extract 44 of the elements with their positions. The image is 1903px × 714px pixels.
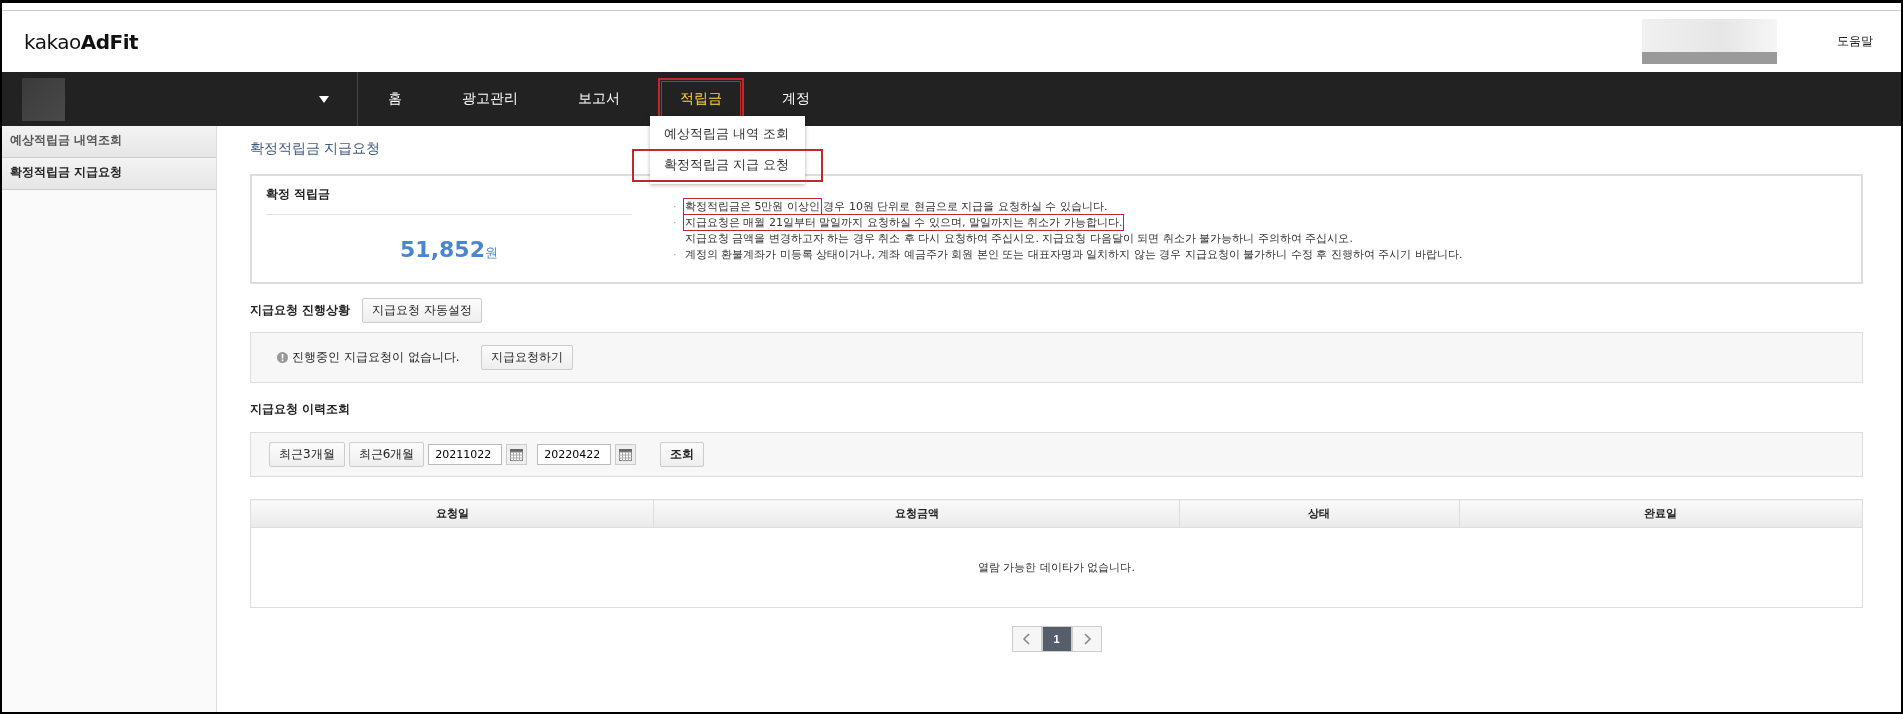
sidebar-item[interactable]: 확정적립금 지급요청 xyxy=(2,158,216,190)
empty-message: 열람 가능한 데이타가 없습니다. xyxy=(250,527,1863,608)
date-field[interactable]: 20220422 xyxy=(537,444,612,465)
notice-text: 계정의 환불계좌가 미등록 상태이거나, 계좌 예금주가 회원 본인 또는 대표자명과 일치하지 않는 경우 지급요청이 불가하니 수정 후 진행하여 주시기 바랍니다. xyxy=(685,248,1463,262)
caret-icon[interactable] xyxy=(319,95,329,103)
bullet-mark: · xyxy=(673,200,678,214)
column-header: 완료일 xyxy=(1459,499,1863,528)
notice-text: 지급요청은 매월 21일부터 말일까지 요청하실 수 있으며, 말일까지는 취소가 가능합니다. xyxy=(685,216,1123,230)
section-heading: 지급요청 진행상황 xyxy=(250,302,351,319)
section-heading: 지급요청 이력조회 xyxy=(250,401,351,418)
nav-tab[interactable]: 광고관리 xyxy=(440,78,540,120)
logo[interactable]: kakaoAdFit xyxy=(24,29,139,54)
nav-tab[interactable]: 적립금 xyxy=(658,78,744,120)
balance-label: 확정 적립금 xyxy=(266,186,632,215)
bullet-mark: · xyxy=(673,216,678,230)
auto-setting-button[interactable]: 지급요청 자동설정 xyxy=(362,298,482,323)
status-message: 진행중인 지급요청이 없습니다. xyxy=(292,349,460,366)
page-title: 확정적립금 지급요청 xyxy=(250,140,382,158)
column-header: 요청일 xyxy=(250,499,654,528)
menu-item[interactable]: 예상적립금 내역 조회 xyxy=(650,120,805,149)
search-button[interactable]: 조회 xyxy=(660,442,705,467)
menu-item[interactable]: 확정적립금 지급 요청 xyxy=(634,151,821,180)
request-button[interactable]: 지급요청하기 xyxy=(481,345,574,370)
nav-tab[interactable]: 계정 xyxy=(760,78,832,120)
date-field[interactable]: 20211022 xyxy=(428,444,503,465)
range-button[interactable]: 최근6개월 xyxy=(348,442,425,467)
help-link[interactable]: 도움말 xyxy=(1837,33,1873,50)
notice-text: 확정적립금은 5만원 이상인 경우 10원 단위로 현금으로 지급을 요청하실 수 있습니다. xyxy=(685,200,1108,214)
balance-amount: 51,852 원 xyxy=(399,237,499,262)
nav-tab[interactable]: 홈 xyxy=(366,78,424,120)
page-button[interactable]: 1 xyxy=(1041,626,1072,652)
column-header: 요청금액 xyxy=(653,499,1180,528)
notice-text: 지급요청 금액을 변경하고자 하는 경우 취소 후 다시 요청하여 주십시오. 지급요청 다음달이 되면 취소가 불가능하니 주의하여 주십시오. xyxy=(685,232,1353,246)
alert-icon xyxy=(277,352,288,363)
bullet-mark: · xyxy=(673,248,678,262)
chevron-left-icon xyxy=(1021,633,1032,645)
nav-tab[interactable]: 보고서 xyxy=(556,78,642,120)
calendar-icon[interactable] xyxy=(615,444,637,465)
chevron-right-icon xyxy=(1081,633,1092,645)
avatar-icon xyxy=(22,77,65,121)
calendar-icon[interactable] xyxy=(506,444,528,465)
column-header: 상태 xyxy=(1179,499,1460,528)
sidebar-item[interactable]: 예상적립금 내역조회 xyxy=(2,126,216,158)
range-button[interactable]: 최근3개월 xyxy=(269,442,345,467)
